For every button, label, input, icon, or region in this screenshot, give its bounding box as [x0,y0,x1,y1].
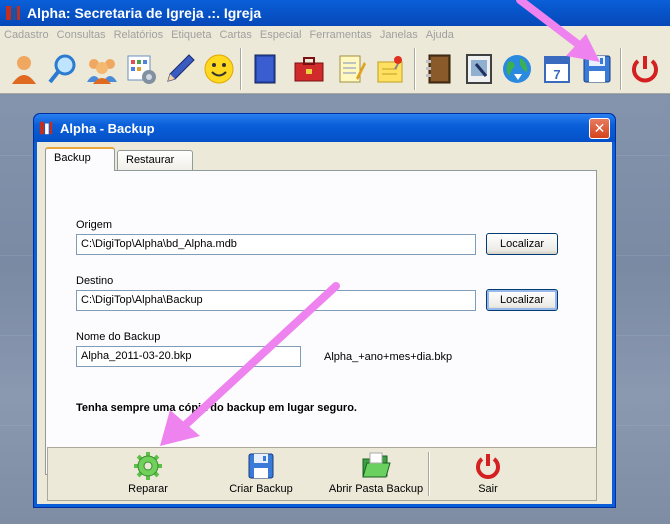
pen-icon [167,54,195,82]
menu-especial[interactable]: Especial [256,29,306,41]
folder-open-icon [362,452,391,478]
backup-tab-panel: Origem C:\DigiTop\Alpha\bd_Alpha.mdb Loc… [45,170,597,475]
action-separator [428,452,430,496]
toolbar-exit-button[interactable] [626,50,664,88]
reparar-label: Reparar [128,483,168,495]
abrir-pasta-backup-label: Abrir Pasta Backup [328,483,424,495]
sair-button[interactable]: Sair [453,448,523,500]
power-icon [632,56,658,83]
dialog-title: Alpha - Backup [60,120,155,136]
gear-icon [134,452,162,480]
save-disk-icon [583,55,611,83]
menu-consultas[interactable]: Consultas [53,29,110,41]
menu-janelas[interactable]: Janelas [376,29,422,41]
menu-ferramentas[interactable]: Ferramentas [305,29,375,41]
toolbar-calendar-grid-button[interactable] [122,50,160,88]
notepad-icon [339,55,366,83]
calendar-icon: 7 [544,56,570,83]
menu-cartas[interactable]: Cartas [215,29,255,41]
toolbar-group-button[interactable] [83,50,121,88]
toolbox-icon [294,57,324,82]
toolbar-toolbox-button[interactable] [290,50,328,88]
destino-localizar-button[interactable]: Localizar [486,289,558,311]
toolbar-pen-button[interactable] [161,50,199,88]
origem-label: Origem [76,219,113,231]
magnifier-icon [48,54,76,84]
certificate-icon [466,54,492,84]
toolbar-globe-button[interactable] [498,50,536,88]
app-title-bar: Alpha: Secretaria de Igreja .:. Igreja [0,0,670,26]
app-title: Alpha: Secretaria de Igreja .:. Igreja [27,5,262,21]
toolbar-search-button[interactable] [44,50,82,88]
toolbar-person-button[interactable] [5,50,43,88]
nome-backup-hint: Alpha_+ano+mes+dia.bkp [324,351,453,363]
calendar-grid-icon [127,55,156,84]
origem-localizar-button[interactable]: Localizar [486,233,558,255]
nome-backup-label: Nome do Backup [76,331,161,343]
toolbar-smiley-button[interactable] [200,50,238,88]
smiley-icon [204,54,234,84]
criar-backup-button[interactable]: Criar Backup [216,448,306,500]
action-bar: Reparar Criar Backup Abrir Pasta Backup … [47,447,597,501]
nome-backup-field[interactable]: Alpha_2011-03-20.bkp [76,346,301,367]
app-logo-icon [39,121,53,135]
tab-restaurar[interactable]: Restaurar [117,150,193,170]
destino-label: Destino [76,275,114,287]
destino-field[interactable]: C:\DigiTop\Alpha\Backup [76,290,476,311]
dialog-body: Backup Restaurar Origem C:\DigiTop\Alpha… [37,142,612,504]
toolbar-separator [414,48,416,90]
backup-dialog: Alpha - Backup ✕ Backup Restaurar Origem… [33,113,616,508]
toolbar-separator [620,48,622,90]
toolbar-save-button[interactable] [578,50,616,88]
close-icon: ✕ [593,120,606,136]
menu-bar: Cadastro Consultas Relatórios Etiqueta C… [0,26,670,44]
tab-backup[interactable]: Backup [45,147,115,171]
toolbar-notepad-button[interactable] [332,50,370,88]
person-icon [12,56,36,84]
backup-warning: Tenha sempre uma cópia do backup em luga… [76,402,357,414]
toolbar-separator [240,48,242,90]
toolbar-address-book-button[interactable] [420,50,458,88]
abrir-pasta-backup-button[interactable]: Abrir Pasta Backup [316,448,436,500]
origem-field[interactable]: C:\DigiTop\Alpha\bd_Alpha.mdb [76,234,476,255]
address-book-icon [426,54,451,84]
dialog-title-bar: Alpha - Backup ✕ [34,114,615,142]
power-icon [476,454,500,479]
toolbar-book-button[interactable] [246,50,284,88]
sair-label: Sair [478,483,498,495]
toolbar-calendar-button[interactable]: 7 [538,50,576,88]
book-icon [254,54,276,84]
reparar-button[interactable]: Reparar [108,448,188,500]
save-disk-icon [248,453,274,479]
menu-cadastro[interactable]: Cadastro [0,29,53,41]
group-icon [87,59,117,84]
menu-etiqueta[interactable]: Etiqueta [167,29,215,41]
toolbar-note-pin-button[interactable] [372,50,410,88]
svg-text:7: 7 [553,67,560,82]
close-button[interactable]: ✕ [589,118,610,139]
globe-icon [503,55,531,83]
menu-ajuda[interactable]: Ajuda [422,29,458,41]
app-logo-icon [6,6,20,20]
criar-backup-label: Criar Backup [229,483,293,495]
menu-relatorios[interactable]: Relatórios [110,29,168,41]
note-pin-icon [377,56,403,83]
toolbar: 7 [0,44,670,94]
toolbar-certificate-button[interactable] [460,50,498,88]
